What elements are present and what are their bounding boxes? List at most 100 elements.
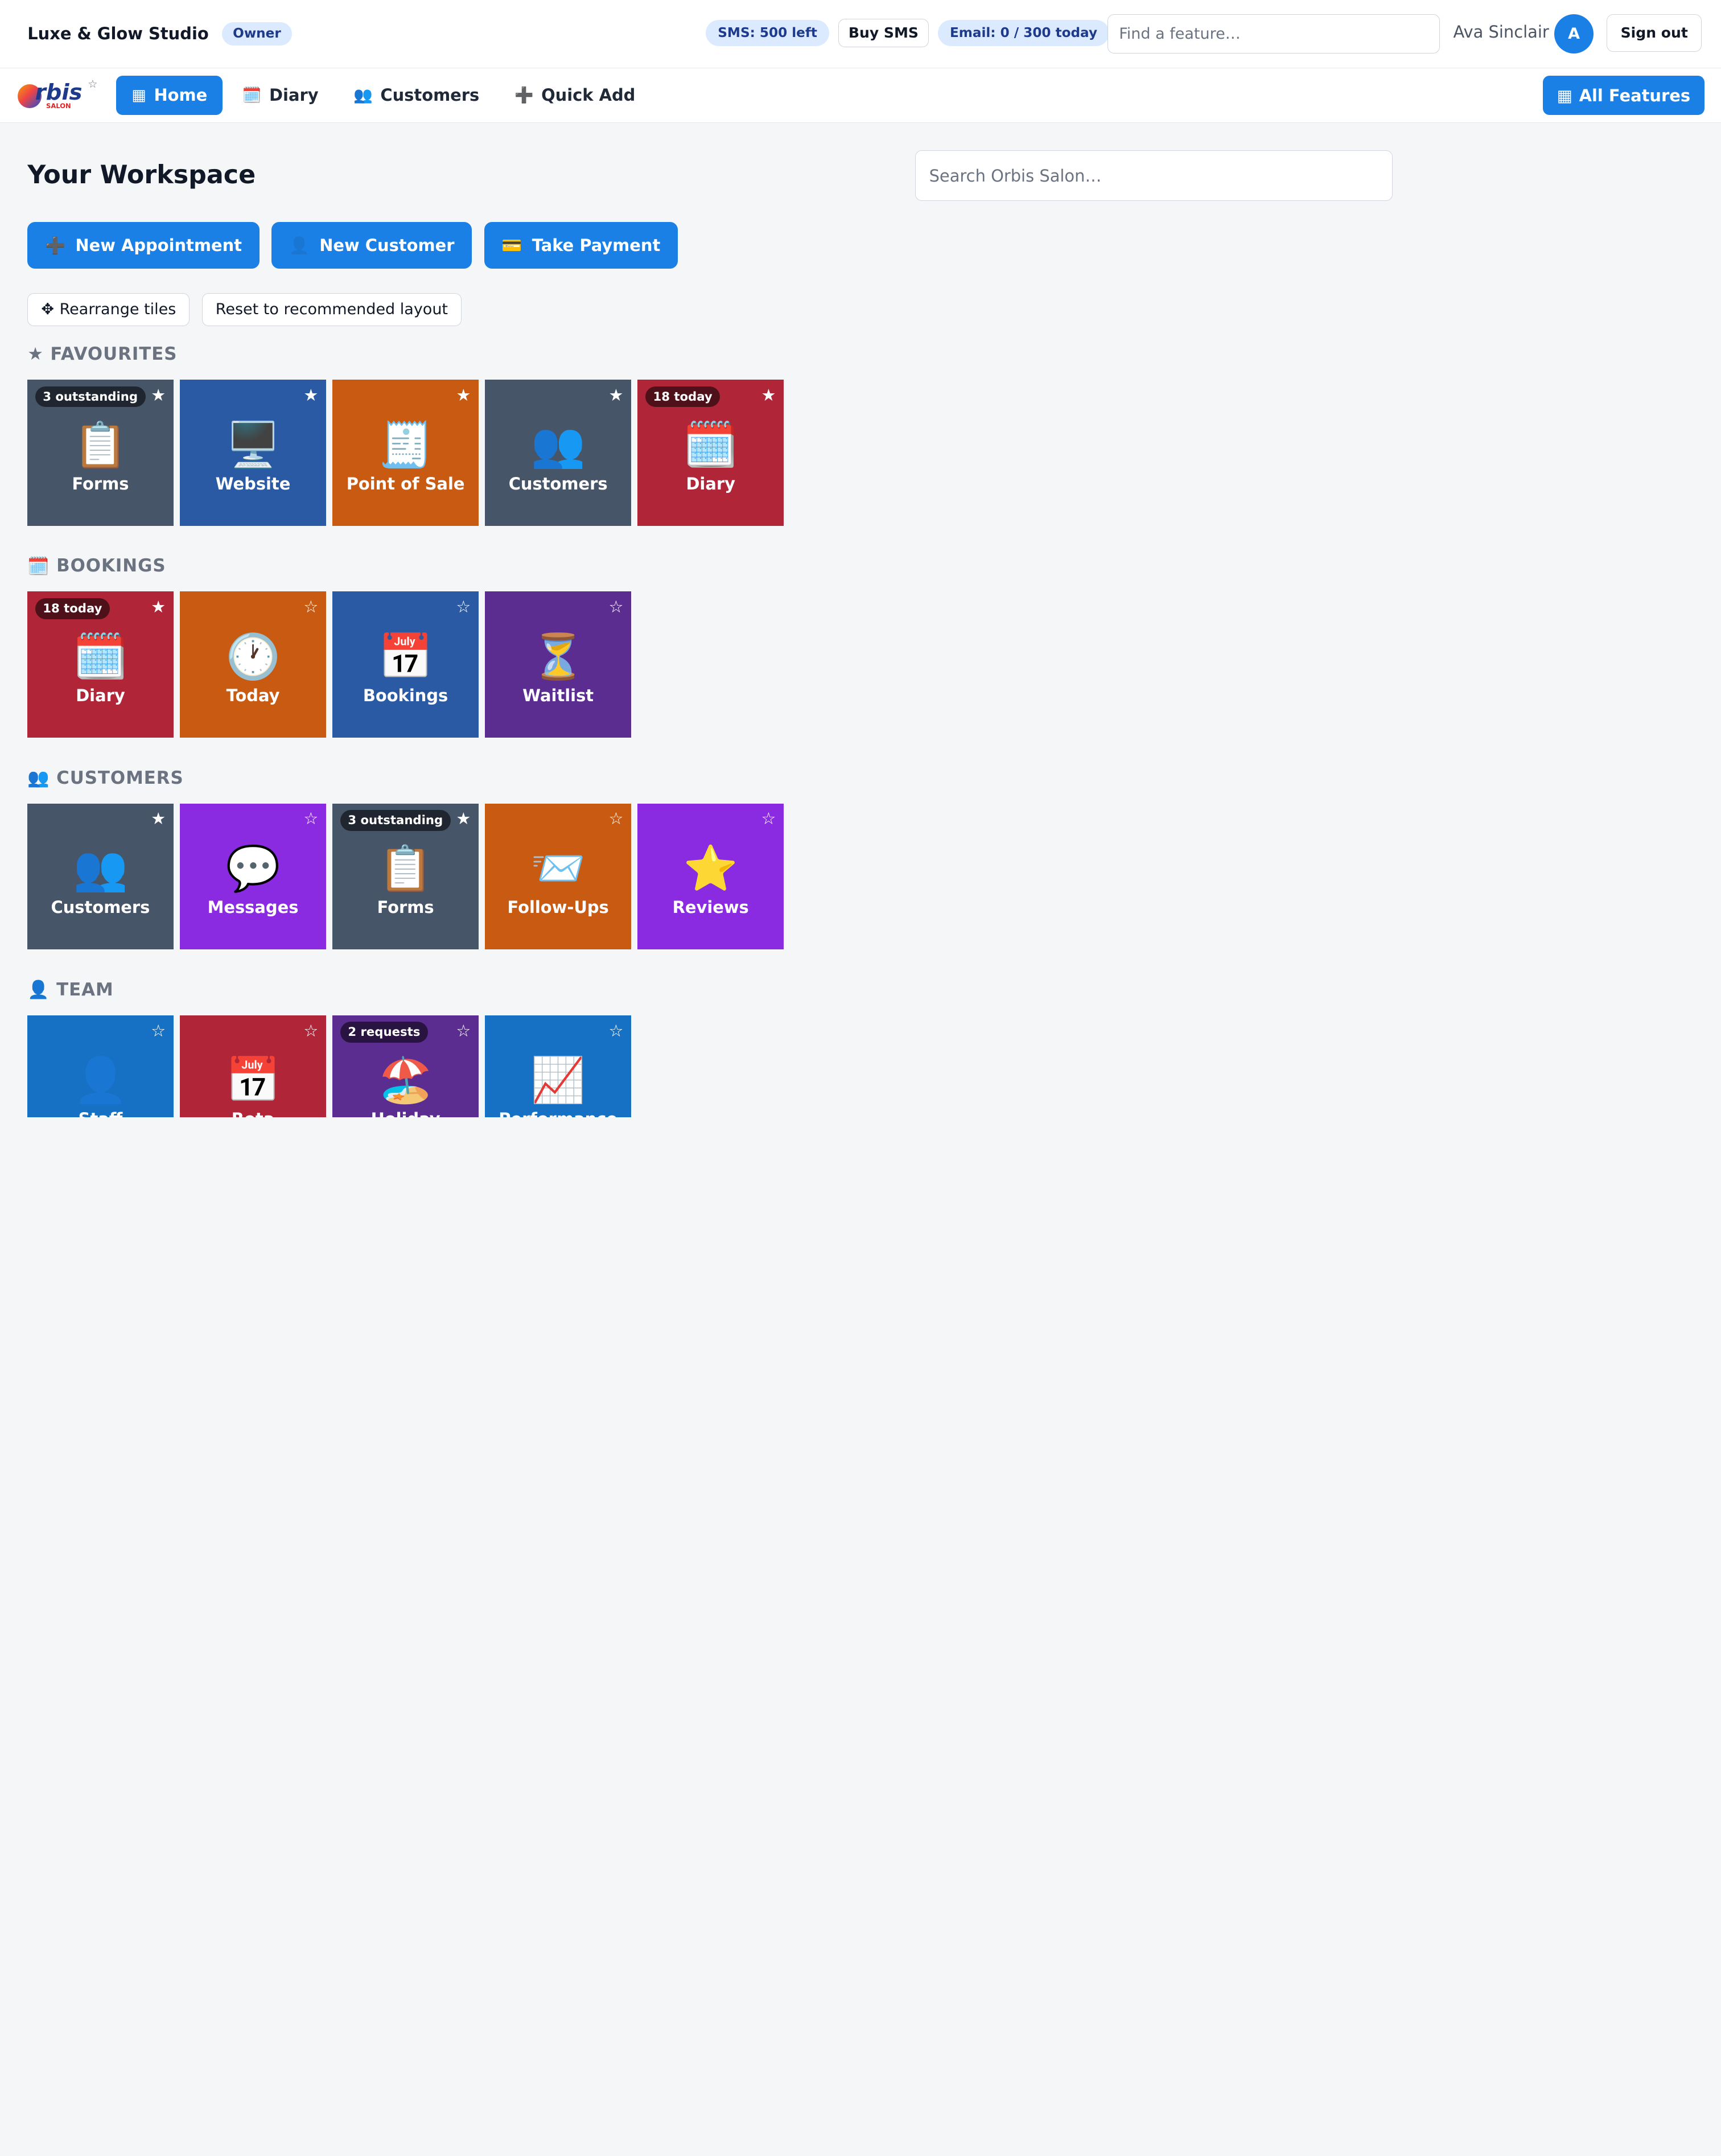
section-title: BOOKINGS (56, 556, 166, 577)
tile-label: Website (215, 474, 291, 493)
all-features-button[interactable]: ▦ All Features (1542, 76, 1705, 116)
nav-quick-add-label: Quick Add (541, 85, 636, 105)
favourite-star-icon[interactable]: ☆ (303, 1021, 318, 1040)
rearrange-tiles-button[interactable]: ✥ Rearrange tiles (27, 293, 190, 326)
nav-diary[interactable]: 🗓️ Diary (227, 76, 334, 115)
nav-quick-add[interactable]: ➕ Quick Add (499, 76, 650, 115)
tile-forms[interactable]: 3 outstanding ★ 📋 Forms (332, 803, 479, 950)
grid-icon: ▦ (1557, 85, 1573, 105)
section-customers: 👥 CUSTOMERS (27, 767, 184, 789)
people-icon: 👥 (73, 843, 128, 895)
buy-sms-button[interactable]: Buy SMS (838, 18, 929, 48)
move-icon: ✥ (41, 301, 54, 319)
tile-label: Holiday (371, 1109, 440, 1117)
new-appointment-button[interactable]: ➕ New Appointment (27, 221, 260, 269)
business-name: Luxe & Glow Studio (27, 24, 209, 44)
section-favourites: ★ FAVOURITES (27, 344, 177, 364)
tile-staff[interactable]: ☆ 👤 Staff (27, 1015, 174, 1118)
favourite-star-icon[interactable]: ★ (608, 385, 623, 405)
person-icon: 👤 (289, 235, 310, 255)
tile-waitlist[interactable]: ☆ ⏳ Waitlist (485, 591, 631, 738)
nav-customers[interactable]: 👥 Customers (338, 76, 495, 115)
tile-label: Today (226, 685, 280, 705)
tile-customers[interactable]: ★ 👥 Customers (485, 380, 631, 526)
layout-tools: ✥ Rearrange tiles Reset to recommended l… (27, 293, 462, 326)
tile-today[interactable]: ☆ 🕐 Today (180, 591, 326, 738)
favourite-star-icon[interactable]: ☆ (456, 1021, 471, 1040)
favourite-star-icon[interactable]: ☆ (608, 1021, 623, 1040)
tile-label: Diary (686, 474, 735, 493)
tile-reviews[interactable]: ☆ ⭐ Reviews (637, 803, 784, 950)
tile-point-of-sale[interactable]: ★ 🧾 Point of Sale (332, 380, 479, 526)
favourite-star-icon[interactable]: ☆ (151, 1021, 166, 1040)
tile-diary[interactable]: 18 today ★ 🗓️ Diary (637, 380, 784, 526)
new-customer-button[interactable]: 👤 New Customer (271, 221, 472, 269)
receipt-icon: 🧾 (378, 419, 433, 471)
people-icon: 👥 (530, 419, 586, 471)
date-icon: 📅 (225, 1055, 281, 1106)
calendar-icon: 🗓️ (242, 87, 262, 105)
tile-label: Performance (499, 1109, 617, 1117)
section-team: 👤 TEAM (27, 979, 114, 1001)
orbis-logo[interactable]: rbis SALON ☆ (15, 77, 101, 113)
nav-home-label: Home (154, 85, 208, 105)
take-payment-label: Take Payment (532, 236, 661, 255)
person-icon: 👤 (73, 1055, 128, 1106)
clock-icon: 🕐 (225, 631, 281, 683)
tile-performance[interactable]: ☆ 📈 Performance (485, 1015, 631, 1118)
people-icon: 👥 (353, 87, 373, 105)
tile-messages[interactable]: ☆ 💬 Messages (180, 803, 326, 950)
email-usage-badge: Email: 0 / 300 today (937, 20, 1110, 46)
section-title: TEAM (56, 979, 114, 1000)
favourite-star-icon[interactable]: ★ (151, 597, 166, 616)
tile-label: Rota (232, 1109, 274, 1117)
favourite-star-icon[interactable]: ☆ (456, 597, 471, 616)
tile-customers[interactable]: ★ 👥 Customers (27, 803, 174, 950)
favourite-star-icon[interactable]: ★ (151, 385, 166, 405)
favourite-star-icon[interactable]: ☆ (761, 809, 776, 828)
outstanding-badge: 3 outstanding (35, 386, 146, 408)
tile-diary[interactable]: 18 today ★ 🗓️ Diary (27, 591, 174, 738)
outstanding-badge: 3 outstanding (340, 810, 451, 831)
sms-credit-badge: SMS: 500 left (706, 20, 830, 46)
tile-forms[interactable]: 3 outstanding ★ 📋 Forms (27, 380, 174, 526)
nav-diary-label: Diary (269, 85, 319, 105)
favourite-star-icon[interactable]: ☆ (303, 597, 318, 616)
star-icon: ★ (27, 343, 44, 364)
main-nav: rbis SALON ☆ ▦ Home 🗓️ Diary 👥 Customers… (0, 68, 1721, 123)
tile-label: Customers (51, 897, 150, 917)
find-feature-input[interactable] (1107, 14, 1440, 54)
sign-out-button[interactable]: Sign out (1607, 14, 1702, 52)
tile-holiday[interactable]: 2 requests ☆ 🏖️ Holiday (332, 1015, 479, 1118)
all-features-label: All Features (1579, 85, 1691, 105)
favourite-star-icon[interactable]: ☆ (303, 809, 318, 828)
take-payment-button[interactable]: 💳 Take Payment (484, 221, 678, 269)
calendar-icon: 🗓️ (683, 419, 738, 471)
avatar[interactable]: A (1554, 14, 1594, 54)
favourite-star-icon[interactable]: ★ (456, 385, 471, 405)
star-icon: ⭐ (683, 843, 738, 895)
favourite-star-icon[interactable]: ☆ (608, 809, 623, 828)
app-root: Luxe & Glow Studio Owner SMS: 500 left B… (0, 0, 1721, 1118)
favourite-star-icon[interactable]: ★ (151, 809, 166, 828)
tile-rota[interactable]: ☆ 📅 Rota (180, 1015, 326, 1118)
logo-subtitle: SALON (46, 101, 71, 110)
favourite-star-icon[interactable]: ★ (761, 385, 776, 405)
chart-up-icon: 📈 (530, 1055, 586, 1106)
calendar-icon: 🗓️ (27, 556, 50, 577)
tile-label: Bookings (363, 685, 448, 705)
search-input[interactable] (915, 150, 1393, 201)
tile-website[interactable]: ★ 🖥️ Website (180, 380, 326, 526)
usage-group: SMS: 500 left Buy SMS Email: 0 / 300 tod… (706, 18, 1110, 48)
reset-layout-button[interactable]: Reset to recommended layout (201, 293, 462, 326)
tile-bookings[interactable]: ☆ 📅 Bookings (332, 591, 479, 738)
new-customer-label: New Customer (319, 236, 455, 255)
calendar-icon: 🗓️ (73, 631, 128, 683)
tile-follow-ups[interactable]: ☆ 📨 Follow-Ups (485, 803, 631, 950)
tile-label: Reviews (672, 897, 749, 917)
nav-home[interactable]: ▦ Home (116, 75, 223, 115)
clipboard-icon: 📋 (378, 843, 433, 895)
favourite-star-icon[interactable]: ★ (456, 809, 471, 828)
favourite-star-icon[interactable]: ☆ (608, 597, 623, 616)
favourite-star-icon[interactable]: ★ (303, 385, 318, 405)
